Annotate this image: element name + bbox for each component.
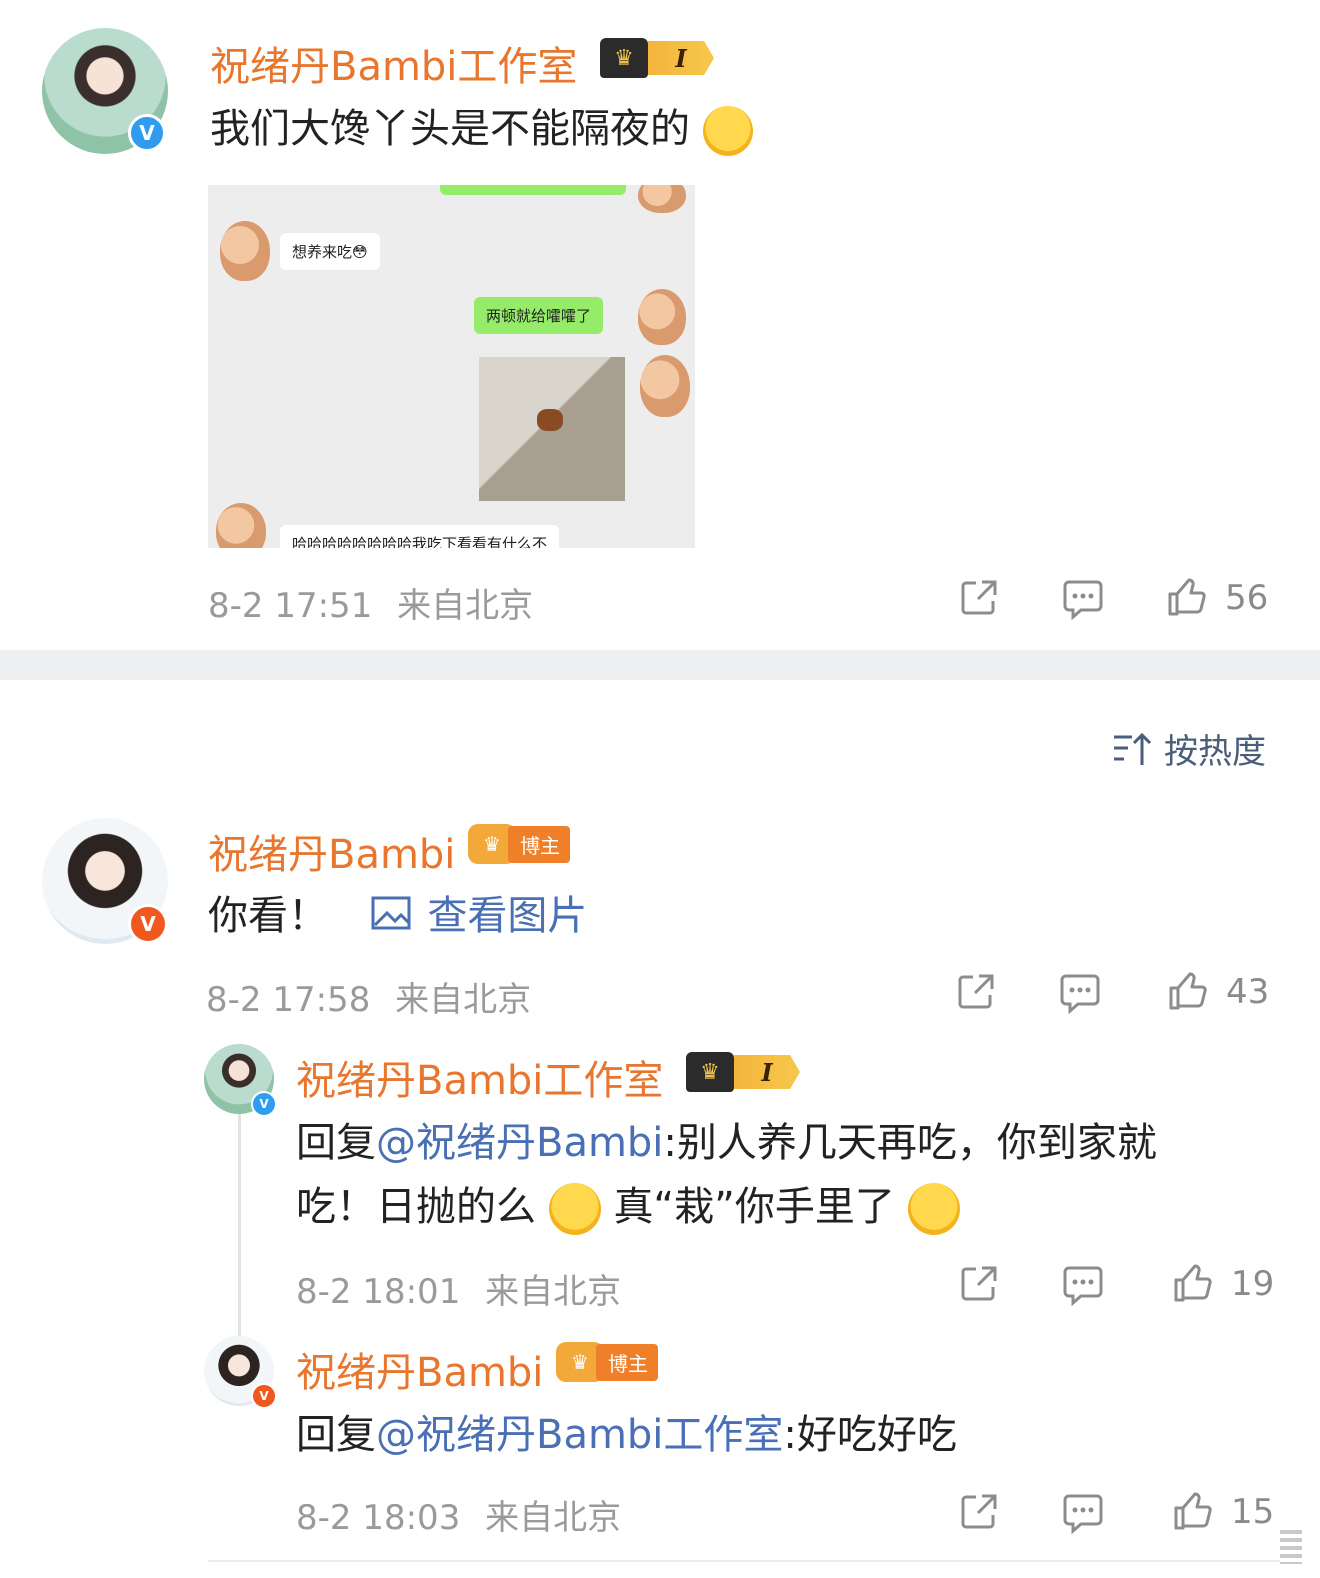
crown-icon: ♛ — [600, 38, 648, 78]
like-count: 43 — [1226, 972, 1270, 1012]
comment-icon[interactable] — [1059, 574, 1107, 622]
share-icon[interactable] — [955, 1488, 1003, 1536]
comment-icon[interactable] — [1059, 1488, 1107, 1536]
image-icon — [371, 892, 411, 944]
verified-orange-icon: V — [251, 1383, 277, 1409]
location: 来自北京 — [395, 980, 532, 1020]
reply-body-2b: 真“栽”你手里了 — [613, 1184, 895, 1230]
like-icon[interactable] — [1164, 968, 1212, 1016]
watermark-icon — [1280, 1530, 1302, 1564]
reply-prefix: 回复 — [296, 1412, 376, 1458]
reply-text: 回复@祝绪丹Bambi工作室:好吃好吃 — [296, 1408, 957, 1462]
chat-bubble-top — [440, 185, 626, 195]
location: 来自北京 — [485, 1272, 622, 1312]
comment-actions: 43 — [952, 968, 1269, 1016]
level-badge[interactable]: ♛ I — [600, 38, 714, 78]
sort-icon — [1112, 731, 1152, 767]
comment-meta: 8-2 17:51 来自北京 — [208, 578, 533, 627]
share-icon[interactable] — [955, 1260, 1003, 1308]
chat-bubble-left: 想养来吃😳 — [280, 233, 380, 270]
share-icon[interactable] — [952, 968, 1000, 1016]
comment-text: 我们大馋丫头是不能隔夜的 — [210, 102, 753, 156]
avatar[interactable]: V — [204, 1044, 277, 1117]
location: 来自北京 — [485, 1498, 622, 1538]
reply-prefix: 回复 — [296, 1120, 376, 1166]
avatar[interactable]: V — [204, 1336, 277, 1409]
comment-icon[interactable] — [1056, 968, 1104, 1016]
author-badge: ♛ 博主 — [556, 1342, 658, 1382]
level-text: I — [734, 1055, 800, 1089]
verified-blue-icon: V — [128, 114, 166, 152]
crown-icon: ♛ — [686, 1052, 734, 1092]
comment-body: 你看！ — [208, 893, 328, 939]
timestamp: 8-2 18:03 — [296, 1498, 461, 1538]
verified-orange-icon: V — [128, 904, 168, 944]
comment-meta: 8-2 18:03 来自北京 — [296, 1490, 621, 1539]
author-badge: ♛ 博主 — [468, 824, 570, 864]
comment-icon[interactable] — [1059, 1260, 1107, 1308]
comment-actions: 56 — [955, 574, 1268, 622]
egg-avatar-icon — [220, 221, 270, 281]
view-image-link[interactable]: 查看图片 — [371, 893, 588, 939]
verified-blue-icon: V — [251, 1091, 277, 1117]
chat-photo — [479, 357, 625, 501]
level-badge[interactable]: ♛ I — [686, 1052, 800, 1092]
timestamp: 8-2 17:58 — [206, 980, 371, 1020]
chat-screenshot-image[interactable]: 想养来吃😳 两顿就给嚯嚯了 哈哈哈哈哈哈哈哈我吃下看看有什么不 — [208, 185, 695, 548]
chat-bubble-bottom: 哈哈哈哈哈哈哈哈我吃下看看有什么不 — [280, 525, 560, 548]
reply-text-line2: 吃！日抛的么 真“栽”你手里了 — [296, 1180, 960, 1235]
egg-avatar-icon — [638, 289, 686, 345]
username[interactable]: 祝绪丹Bambi工作室 — [210, 34, 577, 92]
reply-body: :好吃好吃 — [783, 1412, 957, 1458]
timestamp: 8-2 18:01 — [296, 1272, 461, 1312]
sort-by-hot-button[interactable]: 按热度 — [1112, 724, 1266, 773]
thread-line — [238, 1112, 241, 1337]
level-text: I — [648, 41, 714, 75]
like-count: 56 — [1225, 578, 1269, 618]
bottom-divider — [208, 1560, 1280, 1562]
view-image-label: 查看图片 — [427, 893, 588, 939]
like-icon[interactable] — [1169, 1260, 1217, 1308]
comment-text: 你看！ 查看图片 — [208, 890, 587, 944]
sort-label: 按热度 — [1164, 732, 1266, 772]
comment-actions: 19 — [955, 1260, 1274, 1308]
share-icon[interactable] — [955, 574, 1003, 622]
comment-actions: 15 — [955, 1488, 1274, 1536]
mention-link[interactable]: @祝绪丹Bambi — [376, 1120, 663, 1166]
author-badge-label: 博主 — [508, 825, 570, 863]
comment-meta: 8-2 18:01 来自北京 — [296, 1264, 621, 1313]
reply-text-line1: 回复@祝绪丹Bambi:别人养几天再吃，你到家就 — [296, 1116, 1157, 1170]
egg-avatar-icon — [216, 503, 266, 548]
avatar[interactable]: V — [42, 28, 168, 154]
reply-body: :别人养几天再吃，你到家就 — [663, 1120, 1157, 1166]
username[interactable]: 祝绪丹Bambi — [296, 1340, 543, 1398]
laughing-tears-emoji-icon — [548, 1183, 601, 1235]
chat-bubble-right: 两顿就给嚯嚯了 — [474, 297, 604, 334]
username[interactable]: 祝绪丹Bambi — [208, 822, 455, 880]
like-count: 15 — [1231, 1492, 1275, 1532]
section-divider — [0, 650, 1320, 680]
comment-body: 我们大馋丫头是不能隔夜的 — [210, 106, 690, 152]
location: 来自北京 — [397, 586, 534, 626]
egg-avatar-icon — [638, 185, 686, 213]
like-count: 19 — [1231, 1264, 1275, 1304]
egg-avatar-icon — [640, 355, 690, 417]
mention-link[interactable]: @祝绪丹Bambi工作室 — [376, 1412, 783, 1458]
raised-eyebrow-emoji-icon — [907, 1183, 960, 1235]
timestamp: 8-2 17:51 — [208, 586, 373, 626]
username[interactable]: 祝绪丹Bambi工作室 — [296, 1048, 663, 1106]
sweat-smile-emoji-icon — [702, 106, 753, 156]
comment-meta: 8-2 17:58 来自北京 — [206, 972, 531, 1021]
avatar[interactable]: V — [42, 818, 168, 944]
reply-body-2a: 吃！日抛的么 — [296, 1184, 536, 1230]
like-icon[interactable] — [1163, 574, 1211, 622]
like-icon[interactable] — [1169, 1488, 1217, 1536]
cat-figure — [537, 409, 563, 431]
author-badge-label: 博主 — [596, 1343, 658, 1381]
